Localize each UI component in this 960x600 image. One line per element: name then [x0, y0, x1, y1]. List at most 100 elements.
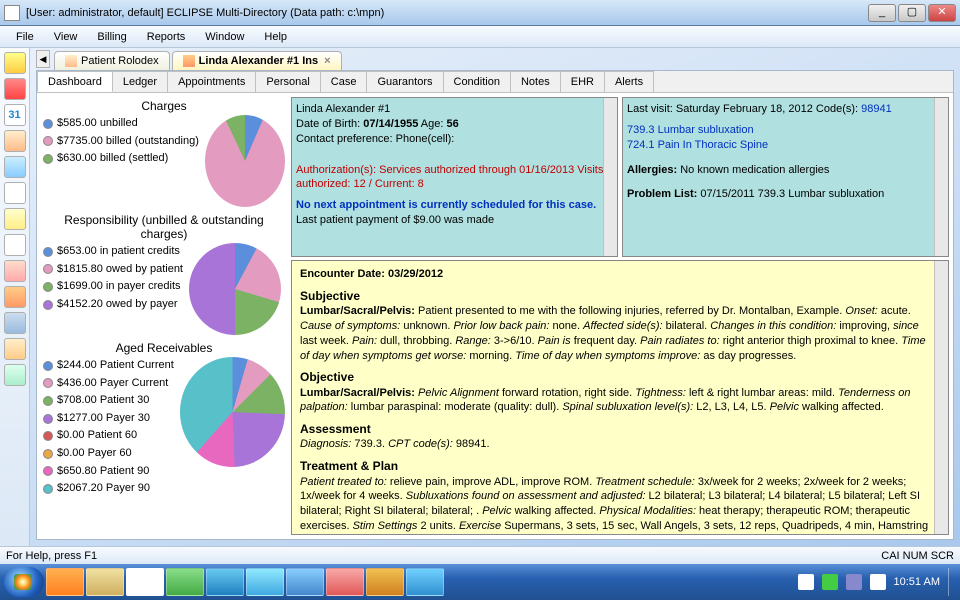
tool-notepad-icon[interactable] — [4, 52, 26, 74]
legend-swatch — [43, 361, 53, 371]
encounter-date-label: Encounter Date: — [300, 268, 388, 280]
legend-swatch — [43, 119, 53, 129]
tool-clipboard-icon[interactable] — [4, 208, 26, 230]
tray-volume-icon[interactable] — [870, 574, 886, 590]
tool-book-icon[interactable] — [4, 78, 26, 100]
encounter-date-value: 03/29/2012 — [388, 268, 443, 280]
objective-heading: Objective — [300, 369, 930, 385]
start-button[interactable] — [4, 567, 44, 597]
taskbar-explorer-icon[interactable] — [46, 568, 84, 596]
assessment-heading: Assessment — [300, 421, 930, 437]
scrollbar[interactable] — [934, 98, 948, 256]
maximize-button[interactable]: ▢ — [898, 4, 926, 22]
tool-rolodex-icon[interactable] — [4, 130, 26, 152]
legend-label: $7735.00 billed (outstanding) — [57, 133, 199, 151]
age-value: 56 — [446, 118, 458, 130]
tool-search-icon[interactable] — [4, 156, 26, 178]
tool-page-icon[interactable] — [4, 234, 26, 256]
legend-label: $650.80 Patient 90 — [57, 463, 149, 481]
taskbar-clock[interactable]: 10:51 AM — [894, 576, 940, 588]
tool-delete-icon[interactable] — [4, 182, 26, 204]
last-visit-code[interactable]: 98941 — [861, 103, 892, 115]
tray-network-icon[interactable] — [846, 574, 862, 590]
tool-person-icon[interactable] — [4, 286, 26, 308]
tab-patient-record[interactable]: Linda Alexander #1 Ins × — [172, 51, 342, 70]
chart-title-aged: Aged Receivables — [43, 341, 285, 355]
tool-graph-icon[interactable] — [4, 312, 26, 334]
document-tabstrip: ◀ Patient Rolodex Linda Alexander #1 Ins… — [30, 48, 960, 70]
legend-swatch — [43, 466, 53, 476]
subtab-ledger[interactable]: Ledger — [112, 71, 168, 92]
taskbar-app-icon[interactable] — [366, 568, 404, 596]
tool-calendar-icon[interactable]: 31 — [4, 104, 26, 126]
menu-file[interactable]: File — [6, 29, 44, 45]
legend-charges: $585.00 unbilled $7735.00 billed (outsta… — [43, 115, 199, 207]
tab-label: Patient Rolodex — [81, 55, 159, 67]
minimize-button[interactable]: _ — [868, 4, 896, 22]
tool-chart-icon[interactable] — [4, 364, 26, 386]
person-icon — [183, 55, 195, 67]
taskbar-app-icon[interactable] — [286, 568, 324, 596]
subjective-text: Lumbar/Sacral/Pelvis: Patient presented … — [300, 304, 930, 363]
menu-help[interactable]: Help — [254, 29, 297, 45]
legend-swatch — [43, 449, 53, 459]
app-icon — [4, 5, 20, 21]
close-button[interactable]: ✕ — [928, 4, 956, 22]
record-subtabs: Dashboard Ledger Appointments Personal C… — [37, 71, 953, 93]
dob-value: 07/14/1955 — [363, 118, 418, 130]
legend-swatch — [43, 136, 53, 146]
legend-label: $1277.00 Payer 30 — [57, 410, 150, 428]
subtab-ehr[interactable]: EHR — [560, 71, 605, 92]
subtab-alerts[interactable]: Alerts — [604, 71, 654, 92]
taskbar-app-icon[interactable] — [326, 568, 364, 596]
taskbar-app-icon[interactable] — [406, 568, 444, 596]
chart-title-charges: Charges — [43, 99, 285, 113]
menubar: File View Billing Reports Window Help — [0, 26, 960, 48]
tab-label: Linda Alexander #1 Ins — [199, 55, 318, 67]
subtab-case[interactable]: Case — [320, 71, 368, 92]
menu-window[interactable]: Window — [195, 29, 254, 45]
subtab-notes[interactable]: Notes — [510, 71, 561, 92]
subtab-personal[interactable]: Personal — [255, 71, 320, 92]
diagnosis-link[interactable]: 739.3 Lumbar subluxation — [627, 123, 944, 138]
menu-reports[interactable]: Reports — [137, 29, 196, 45]
tab-close-icon[interactable]: × — [324, 55, 330, 67]
age-label: Age: — [421, 118, 444, 130]
subtab-appointments[interactable]: Appointments — [167, 71, 256, 92]
show-desktop-button[interactable] — [948, 568, 956, 596]
legend-label: $0.00 Patient 60 — [57, 427, 137, 445]
legend-label: $630.00 billed (settled) — [57, 150, 168, 168]
tray-icon[interactable] — [798, 574, 814, 590]
legend-swatch — [43, 264, 53, 274]
assessment-text: Diagnosis: 739.3. CPT code(s): 98941. — [300, 437, 930, 452]
taskbar-app-icon[interactable] — [246, 568, 284, 596]
authorization-text: Authorization(s): Services authorized th… — [296, 163, 613, 193]
tab-patient-rolodex[interactable]: Patient Rolodex — [54, 51, 170, 70]
scrollbar[interactable] — [934, 261, 948, 534]
diagnosis-link[interactable]: 724.1 Pain In Thoracic Spine — [627, 138, 944, 153]
subtab-dashboard[interactable]: Dashboard — [37, 71, 113, 92]
subjective-heading: Subjective — [300, 288, 930, 304]
tab-scroll-left[interactable]: ◀ — [36, 50, 50, 68]
tool-save-icon[interactable] — [4, 260, 26, 282]
legend-label: $436.00 Payer Current — [57, 375, 168, 393]
tray-icon[interactable] — [822, 574, 838, 590]
taskbar-app-icon[interactable] — [126, 568, 164, 596]
legend-label: $708.00 Patient 30 — [57, 392, 149, 410]
legend-swatch — [43, 154, 53, 164]
subtab-condition[interactable]: Condition — [443, 71, 511, 92]
taskbar-app-icon[interactable] — [166, 568, 204, 596]
legend-swatch — [43, 396, 53, 406]
legend-label: $4152.20 owed by payer — [57, 296, 177, 314]
legend-label: $1699.00 in payer credits — [57, 278, 181, 296]
scrollbar[interactable] — [603, 98, 617, 256]
legend-label: $653.00 in patient credits — [57, 243, 180, 261]
subtab-guarantors[interactable]: Guarantors — [366, 71, 443, 92]
taskbar-folder-icon[interactable] — [86, 568, 124, 596]
allergies-value: No known medication allergies — [677, 164, 829, 176]
problem-list-label: Problem List: — [627, 188, 697, 200]
menu-view[interactable]: View — [44, 29, 88, 45]
menu-billing[interactable]: Billing — [87, 29, 136, 45]
taskbar-ie-icon[interactable] — [206, 568, 244, 596]
tool-money-icon[interactable] — [4, 338, 26, 360]
